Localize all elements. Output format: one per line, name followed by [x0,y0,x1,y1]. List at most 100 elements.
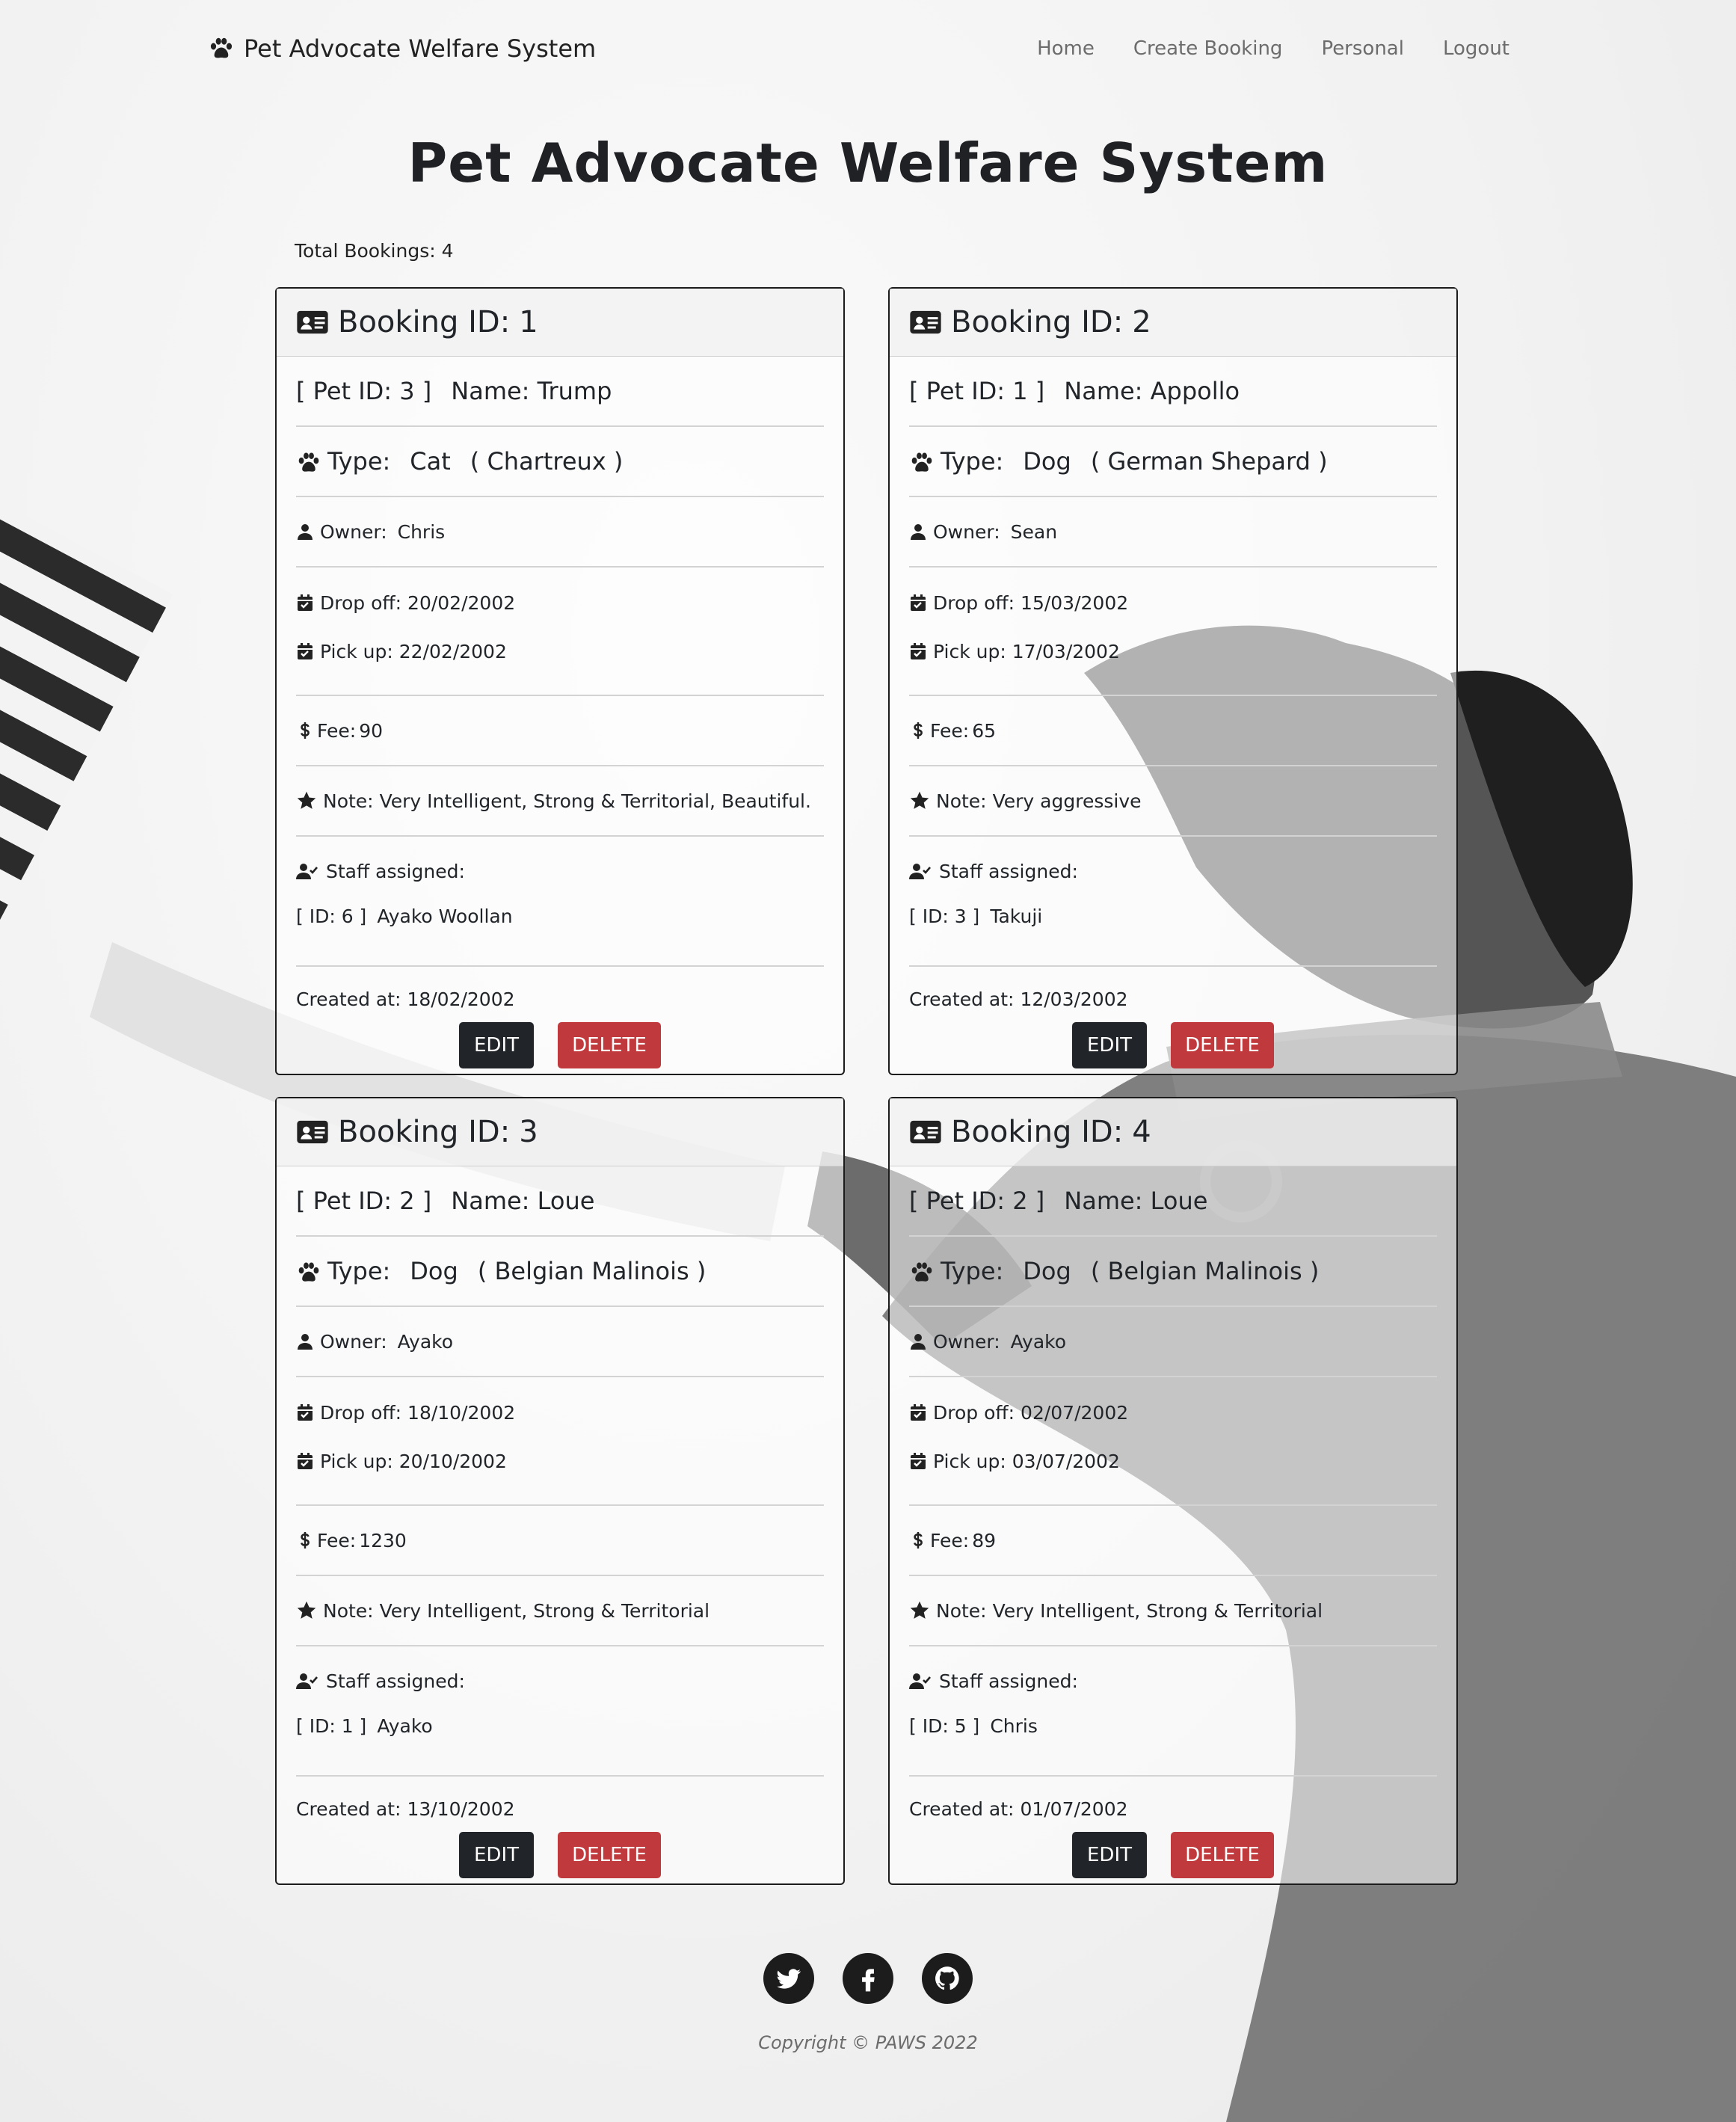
drop-off-label: Drop off: [320,1401,402,1424]
brand-link[interactable]: Pet Advocate Welfare System [208,34,596,63]
drop-off-date: 02/07/2002 [1021,1401,1129,1424]
booking-id: 4 [1132,1115,1151,1149]
footer: Copyright © PAWS 2022 [0,1953,1736,2053]
owner-label: Owner: [933,520,1000,543]
user-icon [296,1332,314,1350]
edit-button[interactable]: EDIT [1072,1832,1147,1878]
user-icon [296,523,314,541]
staff-name: Chris [990,1714,1038,1737]
booking-card: Booking ID: 4 [ Pet ID: 2 ] Name: Loue T… [888,1097,1458,1885]
staff-label: Staff assigned: [939,1670,1078,1692]
user-icon [909,523,927,541]
delete-button[interactable]: DELETE [1171,1832,1274,1878]
pick-up-label: Pick up: [933,1450,1006,1472]
staff-label-row: Staff assigned: [296,849,824,894]
drop-off-label: Drop off: [933,1401,1015,1424]
star-icon [909,790,930,811]
staff-id: [ ID: 5 ] [909,1714,980,1737]
delete-button[interactable]: DELETE [1171,1022,1274,1068]
id-card-icon [296,309,329,336]
booking-id-label: Booking ID: [951,305,1124,339]
user-icon [909,1332,927,1350]
id-card-icon [296,1119,329,1145]
nav-logout[interactable]: Logout [1443,37,1509,60]
pick-up-date: 03/07/2002 [1012,1450,1120,1472]
staff-row: [ ID: 3 ] Takuji [909,894,1437,938]
staff-id: [ ID: 1 ] [296,1714,367,1737]
user-check-icon [296,862,320,880]
nav-create-booking[interactable]: Create Booking [1133,37,1283,60]
pet-row: [ Pet ID: 3 ] Name: Trump [296,357,824,427]
star-icon [296,790,317,811]
note-text: Very Intelligent, Strong & Territorial, … [379,790,811,812]
owner-name: Sean [1010,520,1058,543]
drop-off-date: 15/03/2002 [1021,591,1129,614]
created-date: 01/07/2002 [1020,1797,1128,1820]
edit-button[interactable]: EDIT [459,1832,534,1878]
fee-row: Fee: 89 [909,1506,1437,1576]
facebook-link[interactable] [843,1953,893,2004]
edit-button[interactable]: EDIT [459,1022,534,1068]
pet-id: [ Pet ID: 2 ] [296,1187,432,1215]
calendar-check-icon [296,594,314,612]
star-icon [909,1600,930,1621]
note-text: Very aggressive [992,790,1142,812]
owner-row: Owner: Sean [909,497,1437,568]
owner-name: Ayako [1010,1330,1067,1353]
staff-row: [ ID: 5 ] Chris [909,1703,1437,1748]
fee-label: Fee: [930,719,970,742]
fee-label: Fee: [317,1529,357,1551]
booking-card-header: Booking ID: 4 [890,1098,1456,1166]
owner-label: Owner: [320,1330,387,1353]
booking-card-header: Booking ID: 1 [277,289,843,357]
calendar-check-icon [296,1403,314,1421]
user-check-icon [909,862,933,880]
booking-card: Booking ID: 1 [ Pet ID: 3 ] Name: Trump … [275,287,845,1075]
pet-breed: ( Belgian Malinois ) [1090,1257,1320,1285]
page-title: Pet Advocate Welfare System [407,132,1329,194]
paw-icon [296,450,321,473]
type-row: Type: Dog ( Belgian Malinois ) [909,1237,1437,1307]
calendar-check-icon [296,1452,314,1470]
user-check-icon [909,1672,933,1690]
note-label: Note: [323,790,374,812]
pet-type: Cat [410,447,451,476]
card-actions: EDIT DELETE [296,1832,824,1878]
booking-id-label: Booking ID: [338,1115,511,1149]
pick-up-label: Pick up: [933,640,1006,662]
fee-row: Fee: 90 [296,696,824,766]
pick-up-date: 20/10/2002 [398,1450,507,1472]
pet-type: Dog [410,1257,458,1285]
fee-row: Fee: 1230 [296,1506,824,1576]
staff-block: Staff assigned: [ ID: 6 ] Ayako Woollan [296,849,824,967]
delete-button[interactable]: DELETE [558,1832,661,1878]
paw-icon [909,450,935,473]
booking-card: Booking ID: 3 [ Pet ID: 2 ] Name: Loue T… [275,1097,845,1885]
note-text: Very Intelligent, Strong & Territorial [379,1599,710,1622]
github-link[interactable] [922,1953,973,2004]
fee-value: 90 [359,719,384,742]
type-label: Type: [327,1257,391,1285]
edit-button[interactable]: EDIT [1072,1022,1147,1068]
staff-name: Takuji [990,905,1043,927]
fee-label: Fee: [930,1529,970,1551]
booking-card-header: Booking ID: 2 [890,289,1456,357]
created-label: Created at: [909,988,1015,1010]
booking-id: 3 [519,1115,538,1149]
nav-home[interactable]: Home [1037,37,1095,60]
nav-personal[interactable]: Personal [1321,37,1404,60]
pick-up-label: Pick up: [320,640,393,662]
pet-row: [ Pet ID: 1 ] Name: Appollo [909,357,1437,427]
note-label: Note: [936,1599,987,1622]
created-label: Created at: [296,988,401,1010]
pet-breed: ( Chartreux ) [470,447,624,476]
twitter-link[interactable] [763,1953,814,2004]
pet-name: Name: Loue [451,1187,595,1215]
pet-id: [ Pet ID: 2 ] [909,1187,1045,1215]
pet-type: Dog [1023,1257,1071,1285]
calendar-check-icon [909,594,927,612]
staff-name: Ayako Woollan [377,905,513,927]
twitter-icon [777,1969,801,1989]
delete-button[interactable]: DELETE [558,1022,661,1068]
pet-name: Name: Appollo [1064,377,1240,405]
